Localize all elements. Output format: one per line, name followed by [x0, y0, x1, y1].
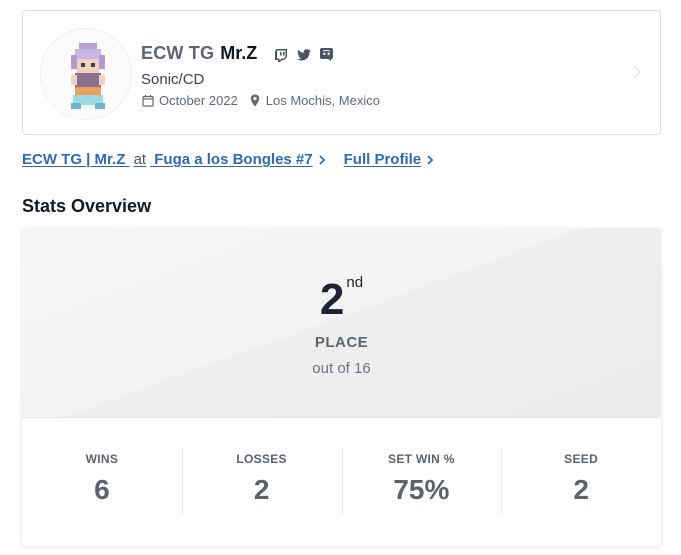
player-main-character: Sonic/CD	[141, 71, 205, 88]
breadcrumb-links: ECW TG | Mr.Z at Fuga a los Bongles #7 F…	[22, 151, 436, 168]
placement-out-of: out of 16	[312, 360, 371, 377]
placement-number: 2	[319, 275, 345, 324]
placement-suffix: nd	[346, 274, 364, 291]
location-pin-icon	[248, 94, 262, 108]
player-prefix: ECW TG	[141, 43, 215, 63]
player-location: Los Mochis, Mexico	[265, 93, 380, 108]
stat-losses: LOSSES 2	[181, 418, 342, 546]
stat-seed: SEED 2	[501, 418, 661, 546]
stat-label: SEED	[564, 452, 599, 466]
stats-overview-heading: Stats Overview	[22, 196, 152, 216]
stat-label: SET WIN %	[388, 452, 455, 466]
entrant-event-link[interactable]: ECW TG | Mr.Z at Fuga a los Bongles #7	[22, 151, 313, 168]
player-meta: October 2022 Los Mochis, Mexico	[141, 93, 380, 108]
at-text: at	[133, 151, 147, 168]
entrant-prefix: ECW TG	[22, 151, 82, 168]
chevron-right-icon	[632, 63, 642, 81]
stat-set-win-percent: SET WIN % 75%	[341, 418, 502, 546]
chevron-right-icon	[426, 153, 436, 167]
full-profile-link[interactable]: Full Profile	[344, 151, 422, 168]
placement-panel: 2nd PLACE out of 16	[22, 228, 661, 418]
stat-label: WINS	[85, 452, 119, 466]
stat-wins: WINS 6	[22, 418, 182, 546]
stat-label: LOSSES	[236, 452, 287, 466]
social-links	[273, 47, 334, 62]
twitter-icon[interactable]	[296, 47, 311, 62]
stat-value: 2	[253, 474, 270, 505]
entrant-separator: |	[86, 151, 91, 168]
player-gamertag: Mr.Z	[220, 43, 258, 63]
twitch-icon[interactable]	[273, 47, 288, 62]
player-avatar	[40, 28, 132, 120]
stat-value: 2	[573, 474, 589, 505]
stats-row: WINS 6 LOSSES 2 SET WIN % 75% SEED 2	[22, 418, 661, 546]
stat-value: 75%	[393, 474, 450, 505]
stats-overview-card: 2nd PLACE out of 16 WINS 6 LOSSES 2 SET …	[22, 228, 661, 546]
stat-value: 6	[94, 474, 110, 505]
calendar-icon	[141, 94, 155, 108]
discord-icon[interactable]	[319, 47, 334, 62]
player-profile-card[interactable]: ECW TG Mr.Z Sonic/CD October 2022 Los Mo…	[22, 10, 661, 135]
player-joined-date: October 2022	[159, 93, 238, 108]
entrant-name: Mr.Z	[94, 151, 126, 168]
chevron-right-icon	[318, 153, 328, 167]
event-name: Fuga a los Bongles #7	[154, 151, 313, 168]
placement-label: PLACE	[314, 334, 369, 351]
